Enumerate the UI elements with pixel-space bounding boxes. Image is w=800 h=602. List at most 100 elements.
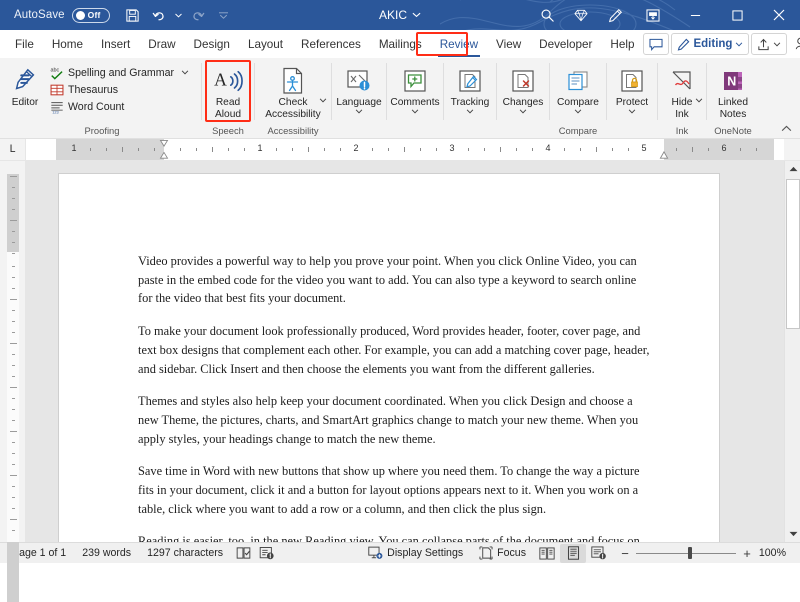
ruler-number: 6 bbox=[721, 143, 726, 153]
check-accessibility-chevron-down-icon[interactable] bbox=[319, 98, 327, 103]
read-mode-button[interactable] bbox=[534, 544, 560, 563]
paragraph[interactable]: Themes and styles also help keep your do… bbox=[138, 392, 650, 448]
redo-icon[interactable] bbox=[185, 3, 211, 27]
horizontal-ruler-track[interactable]: 1 1 2 3 bbox=[26, 139, 784, 160]
proofing-errors-icon[interactable] bbox=[231, 544, 255, 563]
zoom-slider[interactable] bbox=[636, 547, 736, 559]
language-button[interactable]: Language bbox=[332, 62, 386, 114]
paragraph[interactable]: Video provides a powerful way to help yo… bbox=[138, 252, 650, 308]
tab-help[interactable]: Help bbox=[601, 30, 643, 58]
protect-button[interactable]: Protect bbox=[609, 62, 655, 114]
maximize-button[interactable] bbox=[716, 0, 758, 30]
zoom-slider-thumb[interactable] bbox=[688, 547, 692, 559]
hanging-indent-marker[interactable] bbox=[160, 152, 169, 159]
linked-notes-button[interactable]: N Linked Notes bbox=[709, 62, 757, 120]
vertical-ruler-tick bbox=[12, 464, 15, 465]
tab-view[interactable]: View bbox=[487, 30, 530, 58]
customize-quick-access-caret-icon[interactable] bbox=[211, 3, 237, 27]
right-indent-marker[interactable] bbox=[660, 151, 669, 159]
collapse-ribbon-button[interactable] bbox=[778, 121, 794, 135]
comments-ribbon-button[interactable]: Comments bbox=[387, 62, 443, 114]
protect-chevron-down-icon[interactable] bbox=[628, 109, 636, 114]
ruler-tick bbox=[564, 148, 565, 151]
tab-layout[interactable]: Layout bbox=[239, 30, 292, 58]
vertical-ruler-tick bbox=[12, 242, 15, 243]
spelling-chevron-down-icon[interactable] bbox=[181, 70, 189, 75]
word-count-indicator[interactable]: 239 words bbox=[74, 544, 139, 563]
close-button[interactable] bbox=[758, 0, 800, 30]
find-people-icon[interactable] bbox=[789, 33, 800, 55]
compare-button[interactable]: Compare bbox=[552, 62, 604, 114]
scroll-up-arrow-icon[interactable] bbox=[785, 161, 800, 177]
tab-stop-selector[interactable]: L bbox=[0, 139, 26, 160]
document-title-caret-icon[interactable] bbox=[412, 12, 421, 18]
horizontal-ruler[interactable]: L 1 1 2 bbox=[0, 139, 800, 161]
compare-chevron-down-icon[interactable] bbox=[574, 109, 582, 114]
vertical-ruler-bottom-margin-zone bbox=[7, 542, 19, 602]
scrollbar-thumb[interactable] bbox=[786, 179, 800, 329]
vertical-ruler-tick bbox=[10, 431, 17, 432]
zoom-in-button[interactable]: + bbox=[742, 546, 752, 561]
zoom-control[interactable]: − + 100% bbox=[612, 546, 796, 561]
share-icon bbox=[757, 38, 770, 51]
print-layout-button[interactable] bbox=[560, 544, 586, 563]
accessibility-icon bbox=[280, 64, 306, 97]
first-line-indent-marker[interactable] bbox=[160, 140, 169, 147]
vertical-ruler-tick bbox=[12, 508, 15, 509]
changes-chevron-down-icon[interactable] bbox=[519, 109, 527, 114]
paragraph[interactable]: Save time in Word with new buttons that … bbox=[138, 462, 650, 518]
hide-ink-button[interactable]: Hide Ink bbox=[660, 62, 704, 120]
document-text-body[interactable]: Video provides a powerful way to help yo… bbox=[138, 252, 650, 542]
thesaurus-button[interactable]: Thesaurus bbox=[47, 81, 192, 98]
minimize-button[interactable] bbox=[674, 0, 716, 30]
accessibility-checker-icon[interactable] bbox=[255, 544, 279, 563]
language-chevron-down-icon[interactable] bbox=[355, 109, 363, 114]
share-button[interactable] bbox=[751, 33, 787, 55]
tab-draw[interactable]: Draw bbox=[139, 30, 184, 58]
document-page[interactable]: Video provides a powerful way to help yo… bbox=[59, 174, 719, 542]
paragraph[interactable]: Reading is easier, too, in the new Readi… bbox=[138, 532, 650, 542]
undo-icon[interactable] bbox=[146, 3, 172, 27]
character-count-indicator[interactable]: 1297 characters bbox=[139, 544, 231, 563]
pen-icon[interactable] bbox=[598, 0, 632, 30]
check-accessibility-button[interactable]: Check Accessibility bbox=[257, 62, 329, 120]
undo-dropdown-caret-icon[interactable] bbox=[172, 3, 185, 27]
tab-review[interactable]: Review bbox=[431, 30, 487, 58]
tracking-button[interactable]: Tracking bbox=[446, 62, 495, 114]
hide-ink-chevron-down-icon[interactable] bbox=[695, 98, 703, 103]
spelling-and-grammar-button[interactable]: abc Spelling and Grammar bbox=[47, 64, 192, 81]
tab-mailings[interactable]: Mailings bbox=[370, 30, 431, 58]
comments-chevron-down-icon[interactable] bbox=[411, 109, 419, 114]
paragraph[interactable]: To make your document look professionall… bbox=[138, 322, 650, 378]
save-icon[interactable] bbox=[120, 3, 146, 27]
document-canvas[interactable]: Video provides a powerful way to help yo… bbox=[26, 161, 784, 542]
vertical-ruler[interactable] bbox=[0, 161, 26, 542]
diamond-icon[interactable] bbox=[564, 0, 598, 30]
tab-home[interactable]: Home bbox=[43, 30, 92, 58]
tab-references[interactable]: References bbox=[292, 30, 370, 58]
language-label: Language bbox=[336, 97, 381, 109]
vertical-ruler-tick bbox=[12, 266, 15, 267]
search-icon[interactable] bbox=[530, 0, 564, 30]
tab-insert[interactable]: Insert bbox=[92, 30, 139, 58]
tab-developer[interactable]: Developer bbox=[530, 30, 601, 58]
focus-button[interactable]: Focus bbox=[471, 544, 534, 563]
zoom-level-label[interactable]: 100% bbox=[758, 547, 790, 559]
ribbon-display-options-button[interactable] bbox=[632, 0, 674, 30]
editor-button[interactable]: Editor bbox=[3, 62, 47, 109]
scroll-down-arrow-icon[interactable] bbox=[785, 526, 800, 542]
web-layout-button[interactable] bbox=[586, 544, 612, 563]
document-title[interactable]: AKIC bbox=[379, 8, 421, 22]
comments-button[interactable] bbox=[643, 33, 669, 55]
read-aloud-button[interactable]: A Read Aloud bbox=[204, 62, 252, 120]
autosave-toggle[interactable]: Off bbox=[72, 8, 110, 23]
tracking-chevron-down-icon[interactable] bbox=[466, 109, 474, 114]
editing-mode-button[interactable]: Editing bbox=[671, 33, 749, 55]
display-settings-button[interactable]: Display Settings bbox=[360, 544, 471, 563]
tab-design[interactable]: Design bbox=[185, 30, 239, 58]
tab-file[interactable]: File bbox=[6, 30, 43, 58]
zoom-out-button[interactable]: − bbox=[620, 546, 630, 561]
changes-button[interactable]: Changes bbox=[498, 62, 549, 114]
word-count-button[interactable]: 123 Word Count bbox=[47, 98, 192, 115]
vertical-scrollbar[interactable] bbox=[784, 161, 800, 542]
